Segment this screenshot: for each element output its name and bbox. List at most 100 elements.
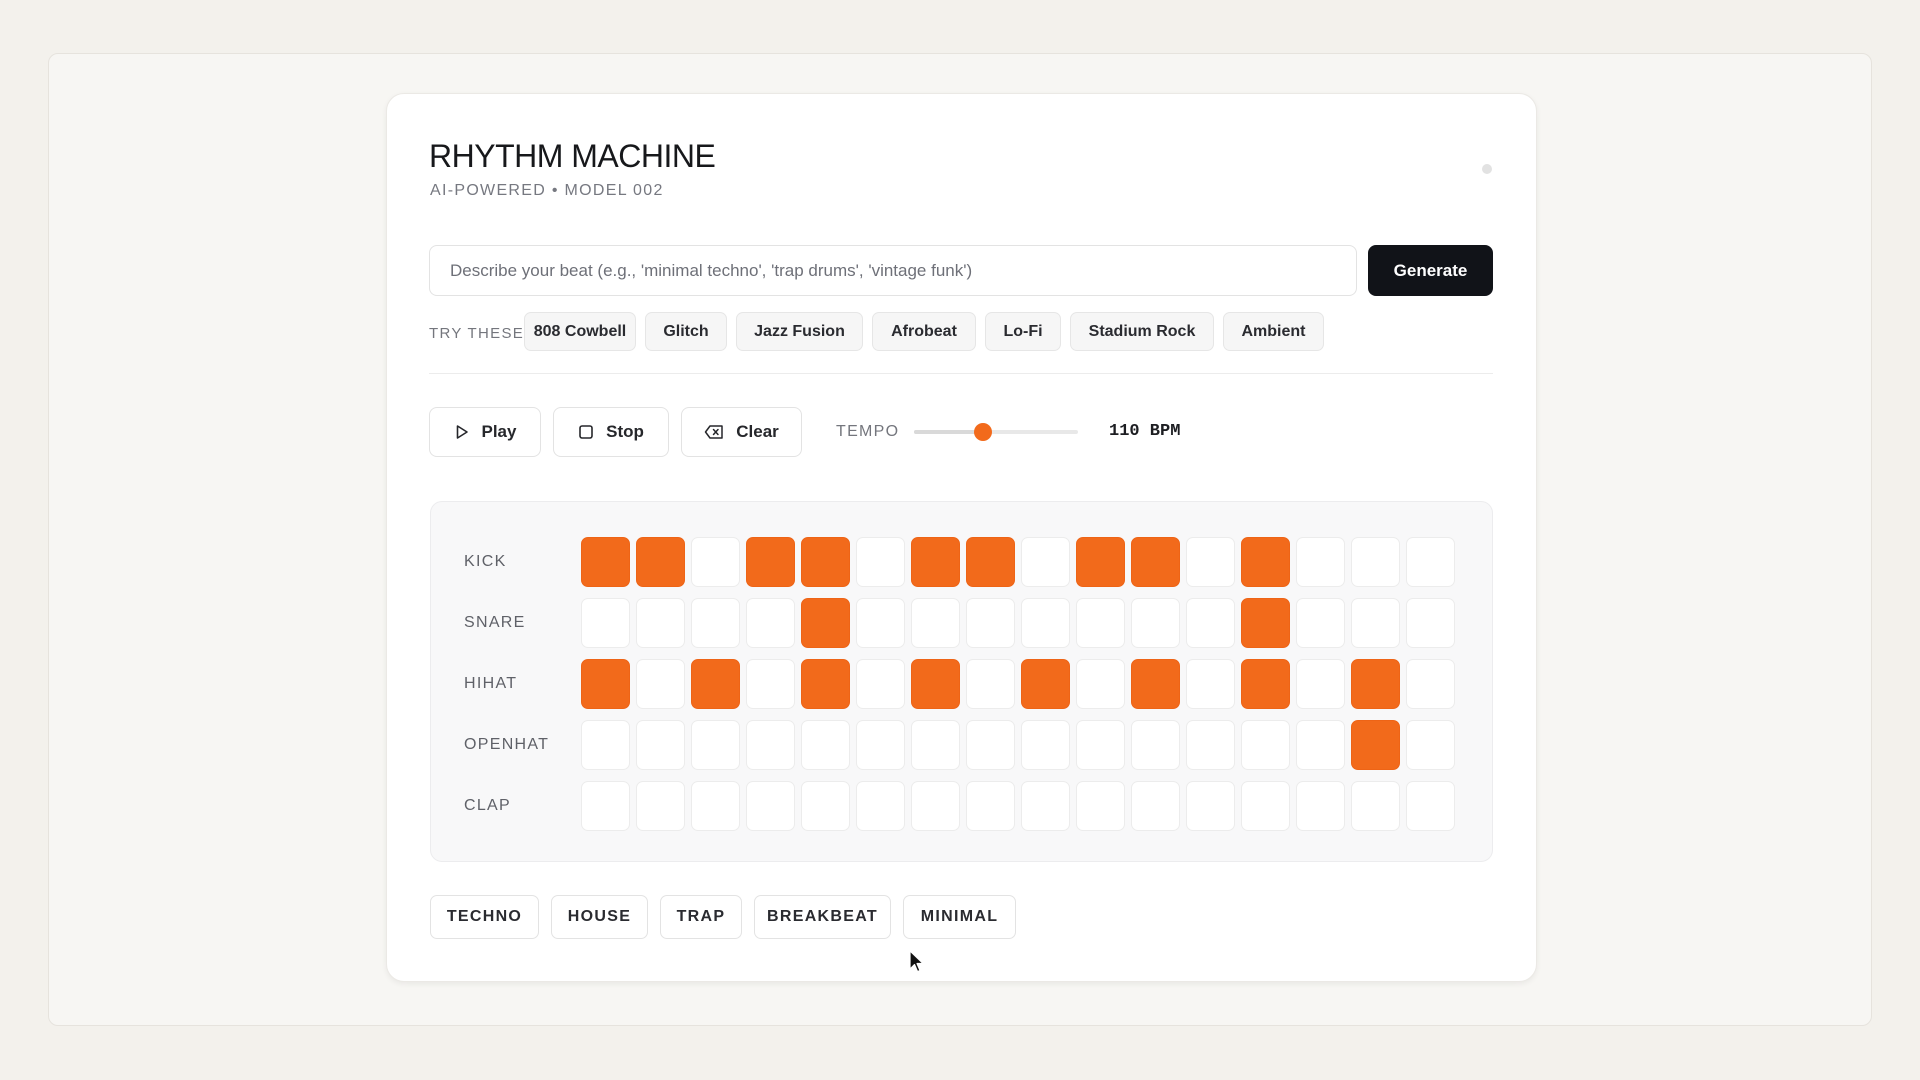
beat-description-input[interactable] (429, 245, 1357, 296)
play-button[interactable]: Play (429, 407, 541, 457)
step-openhat-15[interactable] (1351, 720, 1400, 770)
preset-house[interactable]: HOUSE (551, 895, 648, 939)
step-kick-13[interactable] (1241, 537, 1290, 587)
step-clap-14[interactable] (1296, 781, 1345, 831)
step-clap-13[interactable] (1241, 781, 1290, 831)
step-hihat-15[interactable] (1351, 659, 1400, 709)
suggestion-chip-stadium-rock[interactable]: Stadium Rock (1070, 312, 1214, 351)
step-clap-4[interactable] (746, 781, 795, 831)
tempo-slider[interactable] (914, 423, 1078, 441)
step-clap-16[interactable] (1406, 781, 1455, 831)
step-clap-11[interactable] (1131, 781, 1180, 831)
step-kick-4[interactable] (746, 537, 795, 587)
step-hihat-5[interactable] (801, 659, 850, 709)
step-hihat-7[interactable] (911, 659, 960, 709)
step-kick-10[interactable] (1076, 537, 1125, 587)
preset-techno[interactable]: TECHNO (430, 895, 539, 939)
step-clap-8[interactable] (966, 781, 1015, 831)
step-hihat-16[interactable] (1406, 659, 1455, 709)
suggestion-chip-glitch[interactable]: Glitch (645, 312, 727, 351)
stop-button[interactable]: Stop (553, 407, 669, 457)
step-clap-3[interactable] (691, 781, 740, 831)
step-snare-7[interactable] (911, 598, 960, 648)
step-hihat-1[interactable] (581, 659, 630, 709)
step-clap-10[interactable] (1076, 781, 1125, 831)
step-snare-10[interactable] (1076, 598, 1125, 648)
step-snare-3[interactable] (691, 598, 740, 648)
step-kick-5[interactable] (801, 537, 850, 587)
step-openhat-6[interactable] (856, 720, 905, 770)
step-kick-6[interactable] (856, 537, 905, 587)
step-openhat-14[interactable] (1296, 720, 1345, 770)
step-hihat-2[interactable] (636, 659, 685, 709)
step-openhat-7[interactable] (911, 720, 960, 770)
step-snare-4[interactable] (746, 598, 795, 648)
step-clap-15[interactable] (1351, 781, 1400, 831)
step-clap-2[interactable] (636, 781, 685, 831)
suggestion-chip-ambient[interactable]: Ambient (1223, 312, 1324, 351)
step-snare-1[interactable] (581, 598, 630, 648)
step-hihat-9[interactable] (1021, 659, 1070, 709)
step-openhat-13[interactable] (1241, 720, 1290, 770)
step-openhat-2[interactable] (636, 720, 685, 770)
step-snare-8[interactable] (966, 598, 1015, 648)
step-snare-16[interactable] (1406, 598, 1455, 648)
step-kick-15[interactable] (1351, 537, 1400, 587)
suggestion-chip-lo-fi[interactable]: Lo-Fi (985, 312, 1061, 351)
step-openhat-10[interactable] (1076, 720, 1125, 770)
suggestion-chip-afrobeat[interactable]: Afrobeat (872, 312, 976, 351)
step-snare-13[interactable] (1241, 598, 1290, 648)
step-kick-9[interactable] (1021, 537, 1070, 587)
step-openhat-16[interactable] (1406, 720, 1455, 770)
suggestion-chip-808-cowbell[interactable]: 808 Cowbell (524, 312, 636, 351)
step-snare-9[interactable] (1021, 598, 1070, 648)
step-hihat-10[interactable] (1076, 659, 1125, 709)
step-snare-5[interactable] (801, 598, 850, 648)
step-openhat-11[interactable] (1131, 720, 1180, 770)
step-openhat-3[interactable] (691, 720, 740, 770)
step-hihat-12[interactable] (1186, 659, 1235, 709)
step-hihat-3[interactable] (691, 659, 740, 709)
step-kick-7[interactable] (911, 537, 960, 587)
step-clap-9[interactable] (1021, 781, 1070, 831)
clear-button[interactable]: Clear (681, 407, 802, 457)
step-clap-1[interactable] (581, 781, 630, 831)
step-openhat-12[interactable] (1186, 720, 1235, 770)
step-openhat-8[interactable] (966, 720, 1015, 770)
step-kick-1[interactable] (581, 537, 630, 587)
step-openhat-4[interactable] (746, 720, 795, 770)
step-openhat-9[interactable] (1021, 720, 1070, 770)
step-clap-6[interactable] (856, 781, 905, 831)
preset-minimal[interactable]: MINIMAL (903, 895, 1016, 939)
step-kick-2[interactable] (636, 537, 685, 587)
suggestion-chip-jazz-fusion[interactable]: Jazz Fusion (736, 312, 863, 351)
step-clap-12[interactable] (1186, 781, 1235, 831)
step-snare-11[interactable] (1131, 598, 1180, 648)
step-kick-16[interactable] (1406, 537, 1455, 587)
preset-breakbeat[interactable]: BREAKBEAT (754, 895, 891, 939)
step-kick-8[interactable] (966, 537, 1015, 587)
step-hihat-13[interactable] (1241, 659, 1290, 709)
step-kick-3[interactable] (691, 537, 740, 587)
step-snare-12[interactable] (1186, 598, 1235, 648)
generate-button[interactable]: Generate (1368, 245, 1493, 296)
tempo-slider-handle[interactable] (973, 423, 992, 441)
step-snare-2[interactable] (636, 598, 685, 648)
step-clap-7[interactable] (911, 781, 960, 831)
step-hihat-6[interactable] (856, 659, 905, 709)
step-kick-11[interactable] (1131, 537, 1180, 587)
step-kick-12[interactable] (1186, 537, 1235, 587)
step-openhat-5[interactable] (801, 720, 850, 770)
step-openhat-1[interactable] (581, 720, 630, 770)
step-hihat-8[interactable] (966, 659, 1015, 709)
step-kick-14[interactable] (1296, 537, 1345, 587)
step-hihat-14[interactable] (1296, 659, 1345, 709)
step-hihat-11[interactable] (1131, 659, 1180, 709)
step-snare-15[interactable] (1351, 598, 1400, 648)
preset-trap[interactable]: TRAP (660, 895, 742, 939)
step-snare-14[interactable] (1296, 598, 1345, 648)
step-clap-5[interactable] (801, 781, 850, 831)
step-hihat-4[interactable] (746, 659, 795, 709)
step-snare-6[interactable] (856, 598, 905, 648)
step-row-snare (581, 598, 1455, 648)
